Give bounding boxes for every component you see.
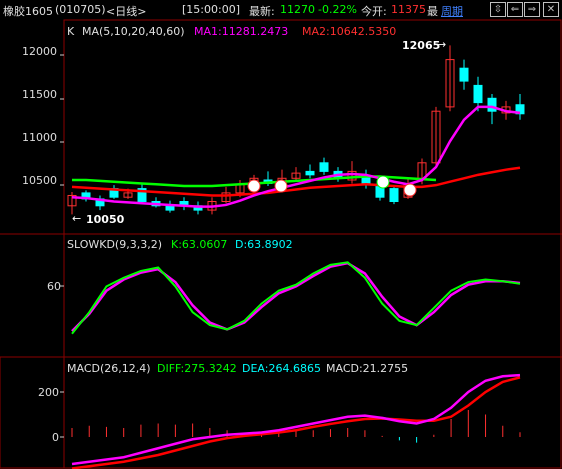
macd-diff-line [71,373,521,466]
candle-body [389,188,399,203]
smiley-icon [403,183,417,197]
smiley-icon [376,175,390,189]
price-tick-10500: 10500 [22,174,57,187]
ma2-label: MA2:10642.5350 [302,25,397,38]
smiley-icon [274,179,288,193]
kd-tick-60: 60 [47,280,61,293]
low-arrow: ← [72,212,82,225]
candle-body [165,205,175,211]
kd-label: SLOWKD(9,3,3,2) [67,238,163,251]
macd-value-label: MACD:21.2755 [326,362,409,375]
candle-body [319,162,329,172]
macd-axis-box [0,356,65,469]
kd-d-label: D:63.8902 [235,238,293,251]
candle-body [459,67,469,82]
macd-tick-200: 200 [38,386,59,399]
ma1-label: MA1:11281.2473 [194,25,289,38]
smiley-icon [247,179,261,193]
kd-k-label: K:63.0607 [171,238,228,251]
kline-label: K [67,25,75,38]
macd-dea-line [71,376,521,469]
candle-body [473,84,483,104]
ma-params-label: MA(5,10,20,40,60) [82,25,185,38]
price-tick-12000: 12000 [22,45,57,58]
candle-body [305,170,315,176]
candle-body [487,97,497,112]
macd-tick-0: 0 [52,431,59,444]
low-annotation: 10050 [86,213,125,226]
macd-label: MACD(26,12,4) [67,362,151,375]
price-tick-11000: 11000 [22,131,57,144]
high-annotation: 12065 [402,39,441,52]
chart-canvas[interactable] [0,0,562,469]
macd-diff-label: DIFF:275.3242 [157,362,237,375]
high-arrow: → [437,38,447,51]
kd-d-line [71,261,521,333]
price-tick-11500: 11500 [22,88,57,101]
macd-dea-label: DEA:264.6865 [242,362,321,375]
